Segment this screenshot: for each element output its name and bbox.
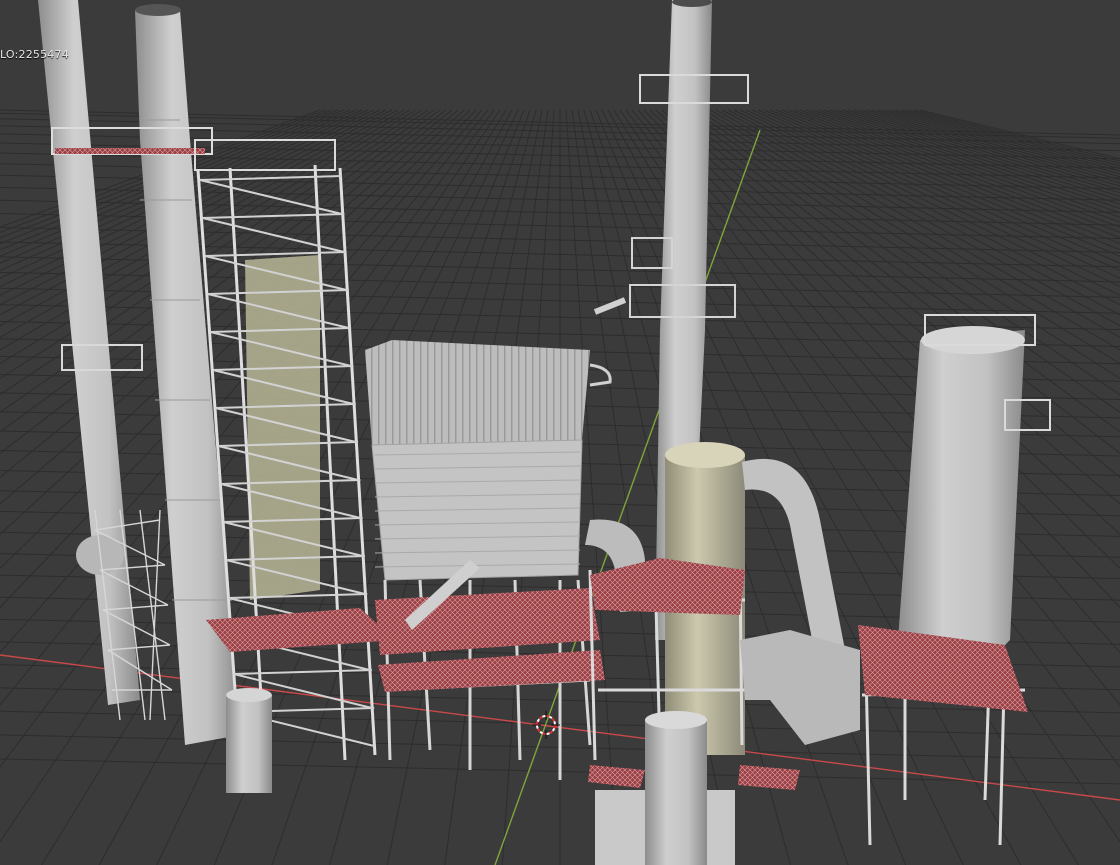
viewport-stats-text: LO:2255474 xyxy=(0,48,69,61)
bench-walkway-2 xyxy=(588,765,645,788)
silo-right[interactable] xyxy=(898,314,1051,665)
duct-right[interactable] xyxy=(742,458,845,655)
viewport-scene[interactable] xyxy=(0,0,1120,865)
baghouse-unit[interactable] xyxy=(365,297,627,581)
bench-walkway xyxy=(738,765,800,790)
3d-viewport[interactable]: LO:2255474 xyxy=(0,0,1120,865)
walkway-mesh-lower xyxy=(378,650,605,692)
small-tank-left[interactable] xyxy=(226,688,272,793)
